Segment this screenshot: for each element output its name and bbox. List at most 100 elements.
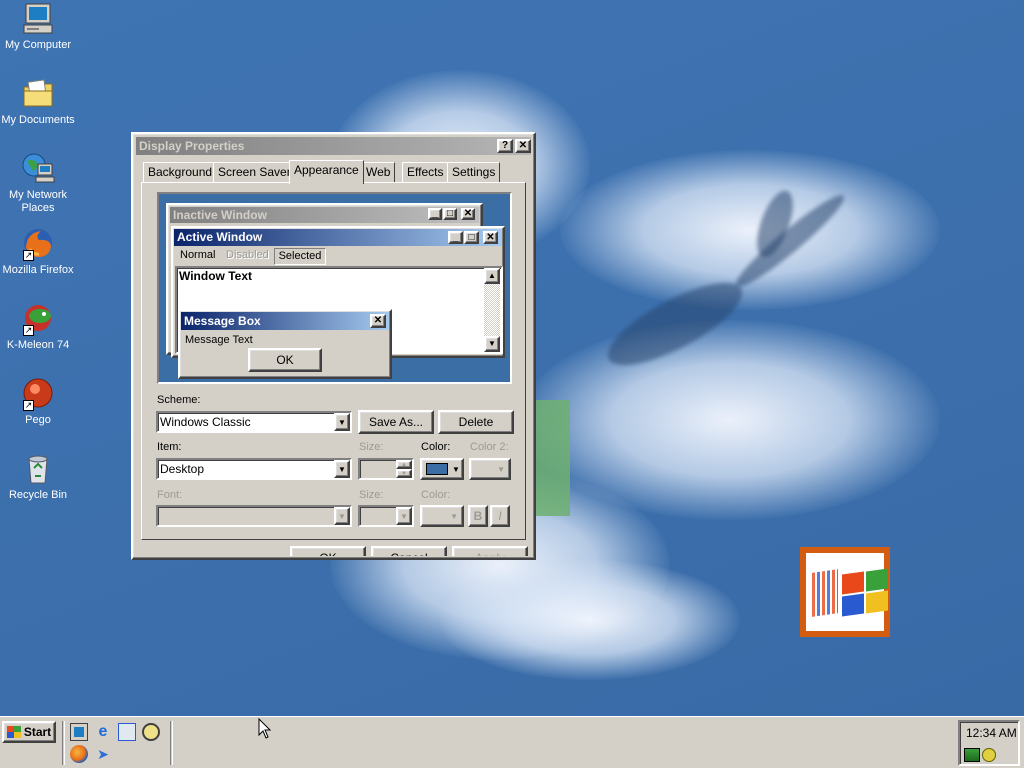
mouse-cursor-icon [258,718,272,739]
tab-settings[interactable]: Settings [447,162,501,182]
scheme-select[interactable]: Windows Classic [156,411,352,433]
italic-button: I [490,505,510,527]
save-as-button[interactable]: Save As... [358,410,434,434]
preview-inactive-close-icon: ✕ [461,208,475,220]
network-icon [21,152,55,186]
desktop-icon-label: Pego [25,414,51,426]
internet-explorer-icon[interactable]: e [94,723,112,741]
preview-inactive-minimize-icon: _ [428,208,442,220]
preview-message-box-title: Message Box [184,314,261,328]
taskbar: Start e ➤ 12:34 AM [0,716,1024,768]
folder-documents-icon [21,77,55,111]
taskbar-separator [62,721,65,765]
size-spinner-up-icon: ▲ [396,460,412,469]
preview-scroll-up-icon: ▲ [484,268,500,284]
item-select[interactable]: Desktop [156,458,352,480]
preview-menu-normal: Normal [180,249,216,261]
taskbar-separator-2 [170,721,173,765]
preview-inactive-maximize-icon: □ [443,208,457,220]
windows-logo-tile [800,547,890,637]
desktop-icon-pego[interactable]: ↗ Pego [0,377,76,427]
preview-scroll-down-icon: ▼ [484,336,500,352]
volume-tray-icon[interactable] [982,748,996,762]
tab-screen-saver[interactable]: Screen Saver [213,162,296,182]
font-color-picker-button: ▼ [420,505,464,527]
recycle-bin-icon [21,452,55,486]
desktop-icon-k-meleon[interactable]: ↗ K-Meleon 74 [0,302,76,352]
outlook-express-icon[interactable] [118,723,136,741]
k-meleon-quicklaunch-icon[interactable]: ➤ [94,745,112,763]
color-label: Color: [421,441,451,453]
show-desktop-icon[interactable] [70,723,88,741]
close-button[interactable]: ✕ [515,139,531,153]
shortcut-arrow-icon: ↗ [23,400,34,411]
font-color-label: Color: [421,489,451,501]
desktop-icon-recycle-bin[interactable]: Recycle Bin [0,452,76,502]
desktop-icon-network-places[interactable]: My Network Places [0,152,76,215]
cancel-button[interactable]: Cancel [371,546,447,556]
ok-button[interactable]: OK [290,546,366,556]
shortcut-arrow-icon: ↗ [23,250,34,261]
start-button[interactable]: Start [2,721,56,743]
preview-active-close-icon: ✕ [483,231,498,244]
color-picker-arrow-icon: ▼ [452,464,460,474]
preview-menu-selected: Selected [274,248,326,265]
tab-background[interactable]: Background [143,162,218,182]
color2-picker-button: ▼ [469,458,511,480]
desktop-icon-label: K-Meleon 74 [6,339,70,351]
desktop-icon-firefox[interactable]: ↗ Mozilla Firefox [0,227,76,277]
dialog-buttons-clip: OK Cancel Apply [133,540,533,556]
desktop-icon-label: Recycle Bin [8,489,68,501]
item-select-value: Desktop [160,462,205,476]
scheme-select-value: Windows Classic [160,415,251,429]
preview-menu-disabled: Disabled [226,249,269,261]
dialog-title: Display Properties [139,139,245,153]
color2-label: Color 2: [470,441,509,453]
preview-active-maximize-icon: □ [464,231,479,244]
desktop-icon-my-documents[interactable]: My Documents [0,77,76,127]
preview-ok-button: OK [248,348,322,372]
network-tray-icon[interactable] [964,748,980,762]
desktop-icon-my-computer[interactable]: My Computer [0,2,76,52]
search-icon[interactable] [142,723,160,741]
preview-message-box-close-icon: ✕ [370,314,386,328]
item-dropdown-arrow-icon[interactable]: ▼ [334,460,350,478]
system-tray: 12:34 AM [958,720,1020,766]
firefox-quicklaunch-icon[interactable] [70,745,88,763]
pego-icon: ↗ [21,377,55,411]
firefox-icon: ↗ [21,227,55,261]
size-label: Size: [359,441,384,453]
tab-effects[interactable]: Effects [402,162,449,182]
k-meleon-icon: ↗ [21,302,55,336]
scheme-dropdown-arrow-icon[interactable]: ▼ [334,413,350,431]
font-select [156,505,352,527]
scheme-label: Scheme: [157,394,201,406]
apply-button[interactable]: Apply [452,546,528,556]
preview-active-title: Active Window [177,230,263,244]
color-picker-button[interactable]: ▼ [420,458,464,480]
size-spinner-down-icon: ▼ [396,469,412,478]
font-size-label: Size: [359,489,384,501]
shortcut-arrow-icon: ↗ [23,325,34,336]
font-label: Font: [157,489,183,501]
desktop-icon-label: My Network Places [8,189,68,214]
delete-button[interactable]: Delete [438,410,514,434]
desktop-icon-label: My Computer [4,39,72,51]
help-button[interactable]: ? [497,139,513,153]
preview-active-minimize-icon: _ [448,231,463,244]
dialog-title-bar[interactable]: Display Properties [136,137,531,155]
tab-appearance[interactable]: Appearance [289,160,364,184]
preview-message-box-title-bar: Message Box [181,312,389,330]
color2-picker-arrow-icon: ▼ [497,464,505,474]
font-dropdown-arrow-icon: ▼ [334,507,350,525]
font-size-dropdown-arrow-icon: ▼ [396,507,412,525]
font-color-arrow-icon: ▼ [450,511,458,521]
color-swatch [426,463,448,475]
clock[interactable]: 12:34 AM [966,726,1017,740]
bold-button: B [468,505,488,527]
preview-message-text: Message Text [185,334,253,346]
preview-inactive-title: Inactive Window [173,208,267,222]
tab-web[interactable]: Web [361,162,396,182]
windows-flag-icon [6,726,21,738]
desktop-icon-label: Mozilla Firefox [2,264,74,276]
